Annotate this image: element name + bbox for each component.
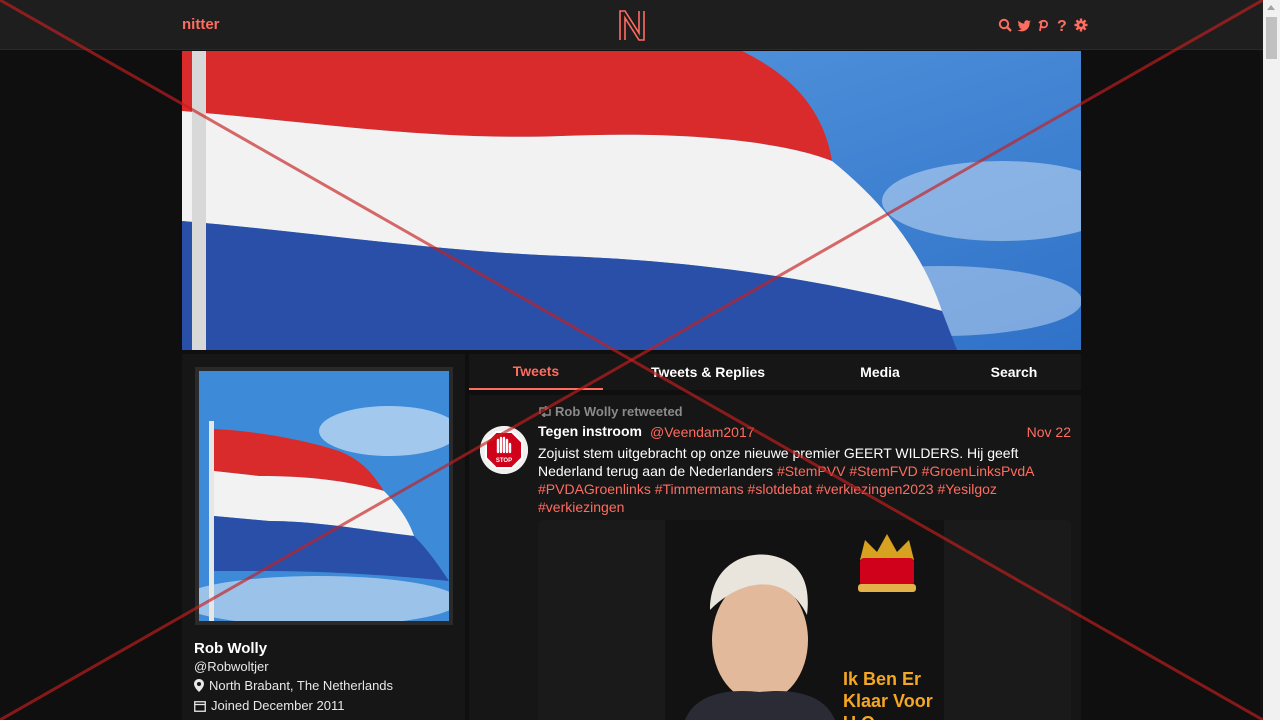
top-navbar: nitter ? (0, 0, 1263, 50)
calendar-icon (194, 700, 206, 712)
tweet-author-name[interactable]: Tegen instroom (538, 423, 642, 439)
profile-location-text: North Brabant, The Netherlands (209, 678, 394, 693)
nitter-logo-icon[interactable] (617, 8, 647, 42)
profile-banner[interactable] (182, 51, 1081, 350)
search-icon[interactable] (998, 17, 1012, 33)
tab-tweets-replies[interactable]: Tweets & Replies (603, 354, 813, 390)
tweet-author-handle[interactable]: @Veendam2017 (650, 424, 755, 440)
tweet-date-link[interactable]: Nov 22 (1027, 424, 1071, 440)
timeline: Rob Wolly retweeted STOP Tegen instroom … (469, 395, 1081, 720)
retweet-header: Rob Wolly retweeted (538, 404, 683, 419)
hashtag-link[interactable]: #Yesilgoz (937, 481, 996, 497)
hashtag-link[interactable]: #StemPVV (777, 463, 845, 479)
profile-username[interactable]: @Robwoltjer (194, 659, 269, 674)
profile-avatar-frame[interactable] (195, 367, 453, 625)
tab-tweets[interactable]: Tweets (469, 354, 603, 390)
media-caption: Ik Ben Er Klaar Voor U O... (843, 668, 933, 720)
media-caption-line: Klaar Voor (843, 691, 933, 711)
hashtag-link[interactable]: #slotdebat (748, 481, 813, 497)
hashtag-link[interactable]: #StemFVD (849, 463, 917, 479)
timeline-tabs: Tweets Tweets & Replies Media Search (469, 354, 1081, 390)
tab-search[interactable]: Search (947, 354, 1081, 390)
svg-text:?: ? (1057, 18, 1067, 33)
hashtag-link[interactable]: #verkiezingen (538, 499, 624, 515)
media-caption-line: U O... (843, 712, 933, 720)
twitter-icon[interactable] (1017, 17, 1031, 33)
tweet-media-image[interactable]: Ik Ben Er Klaar Voor U O... (665, 520, 944, 720)
retweet-icon (539, 406, 551, 417)
settings-icon[interactable] (1074, 17, 1088, 33)
banner-flag-image (182, 51, 1081, 350)
help-icon[interactable]: ? (1055, 17, 1069, 35)
retweet-header-text: Rob Wolly retweeted (555, 404, 683, 419)
nav-icon-group: ? (998, 16, 1088, 35)
hashtag-link[interactable]: #verkiezingen2023 (816, 481, 934, 497)
tweet-content: Zojuist stem uitgebracht op onze nieuwe … (538, 444, 1068, 516)
profile-joined-text: Joined December 2011 (211, 698, 345, 713)
page-scrollbar[interactable] (1263, 0, 1280, 720)
tweet-avatar[interactable]: STOP (480, 426, 528, 474)
tweet-media-attachment[interactable]: Ik Ben Er Klaar Voor U O... (538, 520, 1071, 720)
hashtag-link[interactable]: #Timmermans (655, 481, 744, 497)
tab-media[interactable]: Media (813, 354, 947, 390)
brand-link[interactable]: nitter (182, 16, 220, 33)
profile-card: Rob Wolly @Robwoltjer North Brabant, The… (182, 354, 465, 720)
scroll-up-arrow-icon[interactable] (1267, 5, 1275, 10)
rss-icon[interactable] (1036, 17, 1050, 33)
profile-joined: Joined December 2011 (194, 698, 344, 713)
profile-fullname[interactable]: Rob Wolly (194, 640, 267, 657)
hashtag-link[interactable]: #GroenLinksPvdA (922, 463, 1034, 479)
avatar[interactable] (199, 371, 449, 621)
media-caption-line: Ik Ben Er (843, 669, 922, 689)
hashtag-link[interactable]: #PVDAGroenlinks (538, 481, 651, 497)
stop-sign-label: STOP (496, 458, 512, 464)
scrollbar-thumb[interactable] (1266, 17, 1277, 59)
location-pin-icon (194, 679, 204, 692)
profile-location: North Brabant, The Netherlands (194, 678, 393, 693)
